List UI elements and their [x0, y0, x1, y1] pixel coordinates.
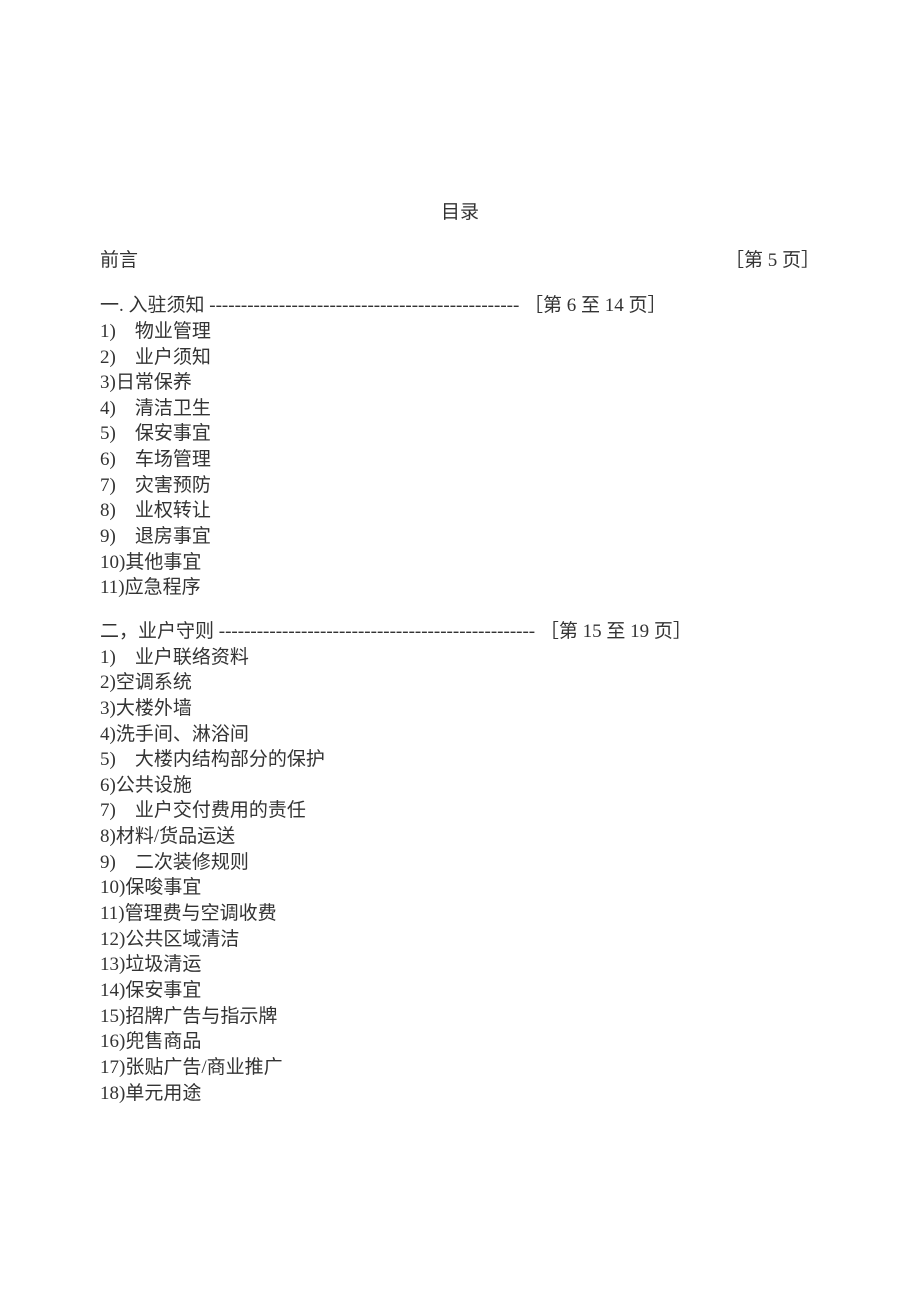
list-item: 8)材料/货品运送 — [100, 824, 820, 850]
list-item: 3)日常保养 — [100, 370, 820, 396]
list-item: 2) 业户须知 — [100, 345, 820, 371]
preface-row: 前言 ［第 5 页］ — [100, 248, 820, 274]
spacer — [138, 248, 725, 274]
list-item: 9) 二次装修规则 — [100, 850, 820, 876]
section-2-page: ［第 15 至 19 页］ — [535, 621, 692, 642]
list-item: 5) 保安事宜 — [100, 421, 820, 447]
preface-page: ［第 5 页］ — [725, 248, 820, 274]
list-item: 7) 灾害预防 — [100, 473, 820, 499]
list-item: 16)兜售商品 — [100, 1029, 820, 1055]
list-item: 2)空调系统 — [100, 670, 820, 696]
document-page: 目录 前言 ［第 5 页］ 一. 入驻须知 ------------------… — [0, 0, 920, 1206]
page-title: 目录 — [100, 200, 820, 226]
list-item: 10)其他事宜 — [100, 550, 820, 576]
list-item: 3)大楼外墙 — [100, 696, 820, 722]
section-1-heading: 一. 入驻须知 — [100, 295, 209, 316]
preface-label: 前言 — [100, 248, 138, 274]
section-1-dashes: ----------------------------------------… — [209, 295, 519, 316]
gap — [100, 275, 820, 293]
section-1-heading-row: 一. 入驻须知 --------------------------------… — [100, 293, 820, 319]
list-item: 18)单元用途 — [100, 1081, 820, 1107]
gap — [100, 601, 820, 619]
list-item: 11)应急程序 — [100, 575, 820, 601]
list-item: 14)保安事宜 — [100, 978, 820, 1004]
list-item: 7) 业户交付费用的责任 — [100, 798, 820, 824]
list-item: 10)保唆事宜 — [100, 875, 820, 901]
list-item: 8) 业权转让 — [100, 498, 820, 524]
list-item: 1) 物业管理 — [100, 319, 820, 345]
section-2-heading: 二，业户守则 — [100, 621, 219, 642]
list-item: 13)垃圾清运 — [100, 952, 820, 978]
list-item: 9) 退房事宜 — [100, 524, 820, 550]
list-item: 6)公共设施 — [100, 773, 820, 799]
list-item: 15)招牌广告与指示牌 — [100, 1004, 820, 1030]
list-item: 17)张贴广告/商业推广 — [100, 1055, 820, 1081]
section-2-items: 1) 业户联络资料2)空调系统3)大楼外墙4)洗手间、淋浴间5) 大楼内结构部分… — [100, 645, 820, 1107]
section-2-heading-row: 二，业户守则 ---------------------------------… — [100, 619, 820, 645]
section-2-dashes: ----------------------------------------… — [219, 621, 535, 642]
section-1-page: ［第 6 至 14 页］ — [519, 295, 666, 316]
list-item: 1) 业户联络资料 — [100, 645, 820, 671]
list-item: 5) 大楼内结构部分的保护 — [100, 747, 820, 773]
list-item: 6) 车场管理 — [100, 447, 820, 473]
list-item: 11)管理费与空调收费 — [100, 901, 820, 927]
list-item: 12)公共区域清洁 — [100, 927, 820, 953]
list-item: 4) 清洁卫生 — [100, 396, 820, 422]
section-1-items: 1) 物业管理2) 业户须知3)日常保养4) 清洁卫生5) 保安事宜6) 车场管… — [100, 319, 820, 601]
list-item: 4)洗手间、淋浴间 — [100, 722, 820, 748]
